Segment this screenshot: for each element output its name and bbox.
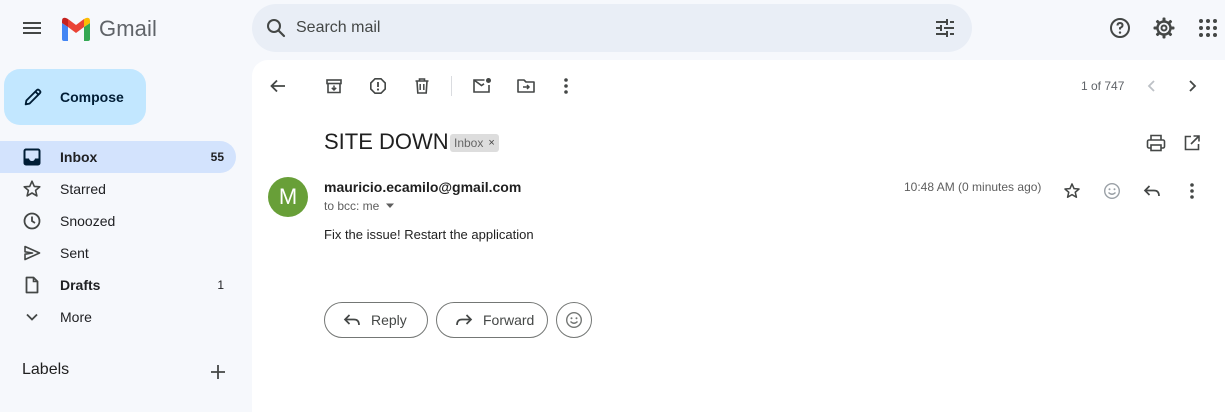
sidebar-item-label: More xyxy=(60,309,92,325)
create-label-button[interactable] xyxy=(206,360,230,384)
mark-unread-icon xyxy=(473,78,491,93)
recipients-line: to bcc: me xyxy=(324,199,395,213)
inbox-icon xyxy=(23,148,41,166)
chevron-down-icon xyxy=(26,313,38,321)
help-icon xyxy=(1110,18,1130,38)
compose-label: Compose xyxy=(60,89,124,105)
emoji-icon xyxy=(1103,182,1121,200)
search-bar[interactable]: Search mail xyxy=(252,4,972,52)
older-button[interactable] xyxy=(1174,68,1210,104)
email-timestamp: 10:48 AM (0 minutes ago) xyxy=(904,180,1042,194)
recipients-text: to bcc: me xyxy=(324,199,380,213)
apps-button[interactable] xyxy=(1188,8,1225,48)
reply-button[interactable] xyxy=(1136,175,1168,207)
emoji-icon xyxy=(565,311,583,329)
sender-email[interactable]: mauricio.ecamilo@gmail.com xyxy=(324,179,521,195)
draft-count: 1 xyxy=(217,278,224,292)
gmail-m-icon xyxy=(62,17,90,41)
arrow-back-icon xyxy=(270,79,285,93)
report-spam-button[interactable] xyxy=(360,68,396,104)
toolbar-divider xyxy=(451,76,452,96)
draft-icon xyxy=(25,276,39,294)
search-icon[interactable] xyxy=(264,16,288,40)
trash-icon xyxy=(415,78,429,94)
reply-action-button[interactable]: Reply xyxy=(324,302,428,338)
reply-label: Reply xyxy=(371,312,407,328)
more-options-button[interactable] xyxy=(548,68,584,104)
archive-button[interactable] xyxy=(316,68,352,104)
sidebar-item-snoozed[interactable]: Snoozed xyxy=(0,205,236,237)
search-input[interactable]: Search mail xyxy=(296,19,380,37)
recipient-details-icon[interactable] xyxy=(385,203,395,209)
settings-button[interactable] xyxy=(1144,8,1184,48)
unread-count: 55 xyxy=(210,150,224,164)
add-reaction-button[interactable] xyxy=(1096,175,1128,207)
forward-action-button[interactable]: Forward xyxy=(436,302,548,338)
newer-button[interactable] xyxy=(1134,68,1170,104)
sidebar-item-label: Snoozed xyxy=(60,213,116,229)
more-vert-icon xyxy=(564,78,568,94)
label-chip-text: Inbox xyxy=(454,136,484,150)
star-outline-icon xyxy=(1064,183,1080,198)
pagination-status: 1 of 747 xyxy=(1081,79,1125,93)
gmail-logo[interactable]: Gmail xyxy=(60,14,157,44)
hamburger-menu-icon xyxy=(23,22,41,34)
back-button[interactable] xyxy=(260,68,296,104)
email-subject: SITE DOWN xyxy=(324,129,449,154)
print-all-button[interactable] xyxy=(1138,125,1174,161)
chevron-right-icon xyxy=(1189,80,1197,92)
forward-icon xyxy=(456,314,473,326)
delete-button[interactable] xyxy=(404,68,440,104)
more-vert-icon xyxy=(1190,183,1194,199)
star-icon xyxy=(23,180,41,197)
pencil-icon xyxy=(24,88,42,106)
support-button[interactable] xyxy=(1100,8,1140,48)
reply-icon xyxy=(1143,185,1160,197)
spam-icon xyxy=(370,78,386,94)
star-button[interactable] xyxy=(1056,175,1088,207)
sidebar-item-drafts[interactable]: Drafts 1 xyxy=(0,269,236,301)
forward-label: Forward xyxy=(483,312,535,328)
sidebar-item-label: Starred xyxy=(60,181,106,197)
open-in-new-icon xyxy=(1184,135,1200,151)
archive-icon xyxy=(326,79,342,94)
print-icon xyxy=(1146,134,1166,152)
remove-label-button[interactable]: × xyxy=(488,137,494,149)
sidebar-item-label: Drafts xyxy=(60,277,101,293)
sidebar-item-more[interactable]: More xyxy=(0,301,236,333)
message-view: 1 of 747 SITE DOWN Inbox × M mauricio.ec… xyxy=(252,60,1225,412)
message-more-button[interactable] xyxy=(1176,175,1208,207)
search-options-icon[interactable] xyxy=(934,17,956,39)
sidebar-item-inbox[interactable]: Inbox 55 xyxy=(0,141,236,173)
labels-heading: Labels xyxy=(22,361,70,378)
chevron-left-icon xyxy=(1147,80,1155,92)
send-icon xyxy=(24,245,41,261)
sidebar-item-label: Sent xyxy=(60,245,89,261)
label-chip-inbox[interactable]: Inbox × xyxy=(450,134,499,152)
sender-avatar[interactable]: M xyxy=(268,177,308,217)
gear-icon xyxy=(1153,17,1175,39)
top-bar: Gmail Search mail xyxy=(0,0,1225,60)
move-to-folder-icon xyxy=(517,79,535,93)
main-menu-button[interactable] xyxy=(12,8,52,48)
sidebar-item-sent[interactable]: Sent xyxy=(0,237,236,269)
sidebar-item-label: Inbox xyxy=(60,149,98,165)
apps-grid-icon xyxy=(1199,19,1217,37)
open-new-window-button[interactable] xyxy=(1174,125,1210,161)
clock-icon xyxy=(23,212,41,230)
plus-icon xyxy=(211,365,225,379)
email-body: Fix the issue! Restart the application xyxy=(324,227,534,242)
move-to-button[interactable] xyxy=(508,68,544,104)
reply-icon xyxy=(343,314,360,326)
mark-unread-button[interactable] xyxy=(464,68,500,104)
react-emoji-button[interactable] xyxy=(556,302,592,338)
sidebar-item-starred[interactable]: Starred xyxy=(0,173,236,205)
compose-button[interactable]: Compose xyxy=(4,69,146,125)
app-name: Gmail xyxy=(99,16,157,41)
